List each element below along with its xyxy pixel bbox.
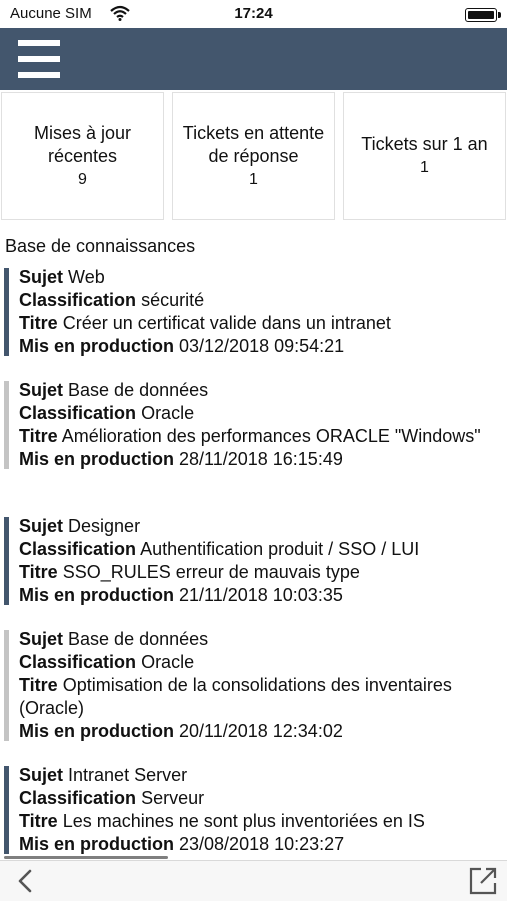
- subject-value: Base de données: [68, 629, 209, 649]
- title-value: Créer un certificat valide dans un intra…: [62, 313, 391, 333]
- tile-count: 1: [249, 170, 258, 188]
- battery-icon: [465, 8, 501, 22]
- tile-tickets-year[interactable]: Tickets sur 1 an 1: [343, 92, 506, 220]
- subject-label: Sujet: [19, 629, 64, 649]
- subject-label: Sujet: [19, 765, 64, 785]
- tile-label: Mises à jour récentes: [33, 122, 132, 166]
- classification-value: sécurité: [141, 290, 205, 310]
- clock: 17:24: [234, 5, 273, 22]
- subject-label: Sujet: [19, 516, 64, 536]
- subject-value: Intranet Server: [68, 765, 188, 785]
- production-label: Mis en production: [19, 336, 174, 356]
- list-item[interactable]: Sujet Designer Classification Authentifi…: [4, 515, 500, 607]
- production-label: Mis en production: [19, 721, 174, 741]
- production-label: Mis en production: [19, 449, 174, 469]
- production-label: Mis en production: [19, 834, 174, 854]
- subject-label: Sujet: [19, 380, 64, 400]
- classification-label: Classification: [19, 788, 137, 808]
- list-item[interactable]: Sujet Intranet Server Classification Ser…: [4, 764, 500, 856]
- hamburger-menu-icon[interactable]: [18, 40, 60, 78]
- classification-label: Classification: [19, 652, 137, 672]
- tile-pending-tickets[interactable]: Tickets en attente de réponse 1: [172, 92, 335, 220]
- tile-recent-updates[interactable]: Mises à jour récentes 9: [1, 92, 164, 220]
- tile-count: 9: [78, 170, 87, 188]
- tile-count: 1: [420, 159, 429, 176]
- title-label: Titre: [19, 426, 58, 446]
- title-value: SSO_RULES erreur de mauvais type: [62, 562, 360, 582]
- subject-value: Base de données: [68, 380, 209, 400]
- title-label: Titre: [19, 313, 58, 333]
- classification-value: Serveur: [141, 788, 205, 808]
- summary-tiles: Mises à jour récentes 9 Tickets en atten…: [0, 90, 507, 222]
- classification-label: Classification: [19, 539, 137, 559]
- app-header: [0, 28, 507, 90]
- production-value: 21/11/2018 10:03:35: [179, 585, 343, 605]
- title-label: Titre: [19, 811, 58, 831]
- production-value: 03/12/2018 09:54:21: [179, 336, 345, 356]
- bottom-toolbar: [0, 860, 507, 901]
- knowledge-base-list: Sujet Web Classification sécurité Titre …: [0, 264, 507, 856]
- subject-label: Sujet: [19, 267, 64, 287]
- section-title: Base de connaissances: [5, 236, 196, 256]
- tile-label: Tickets en attente de réponse: [182, 122, 325, 166]
- classification-value: Oracle: [141, 403, 195, 423]
- title-value: Amélioration des performances ORACLE "Wi…: [61, 426, 481, 446]
- subject-value: Designer: [68, 516, 141, 536]
- production-value: 28/11/2018 16:15:49: [179, 449, 343, 469]
- scroll-indicator[interactable]: [4, 856, 168, 859]
- list-item[interactable]: Sujet Base de données Classification Ora…: [4, 379, 500, 471]
- classification-label: Classification: [19, 403, 137, 423]
- classification-label: Classification: [19, 290, 137, 310]
- classification-value: Oracle: [141, 652, 195, 672]
- title-label: Titre: [19, 562, 58, 582]
- production-value: 20/11/2018 12:34:02: [179, 721, 343, 741]
- title-value: Optimisation de la consolidations des in…: [19, 675, 452, 718]
- open-external-icon[interactable]: [467, 865, 499, 897]
- chevron-left-icon[interactable]: [12, 867, 40, 895]
- classification-value: Authentification produit / SSO / LUI: [140, 539, 420, 559]
- list-item[interactable]: Sujet Base de données Classification Ora…: [4, 628, 500, 743]
- title-label: Titre: [19, 675, 58, 695]
- subject-value: Web: [68, 267, 105, 287]
- production-label: Mis en production: [19, 585, 174, 605]
- list-item[interactable]: Sujet Web Classification sécurité Titre …: [4, 266, 500, 358]
- title-value: Les machines ne sont plus inventoriées e…: [62, 811, 425, 831]
- production-value: 23/08/2018 10:23:27: [179, 834, 345, 854]
- status-bar: Aucune SIM 17:24: [0, 0, 507, 28]
- tile-label: Tickets sur 1 an: [361, 134, 488, 154]
